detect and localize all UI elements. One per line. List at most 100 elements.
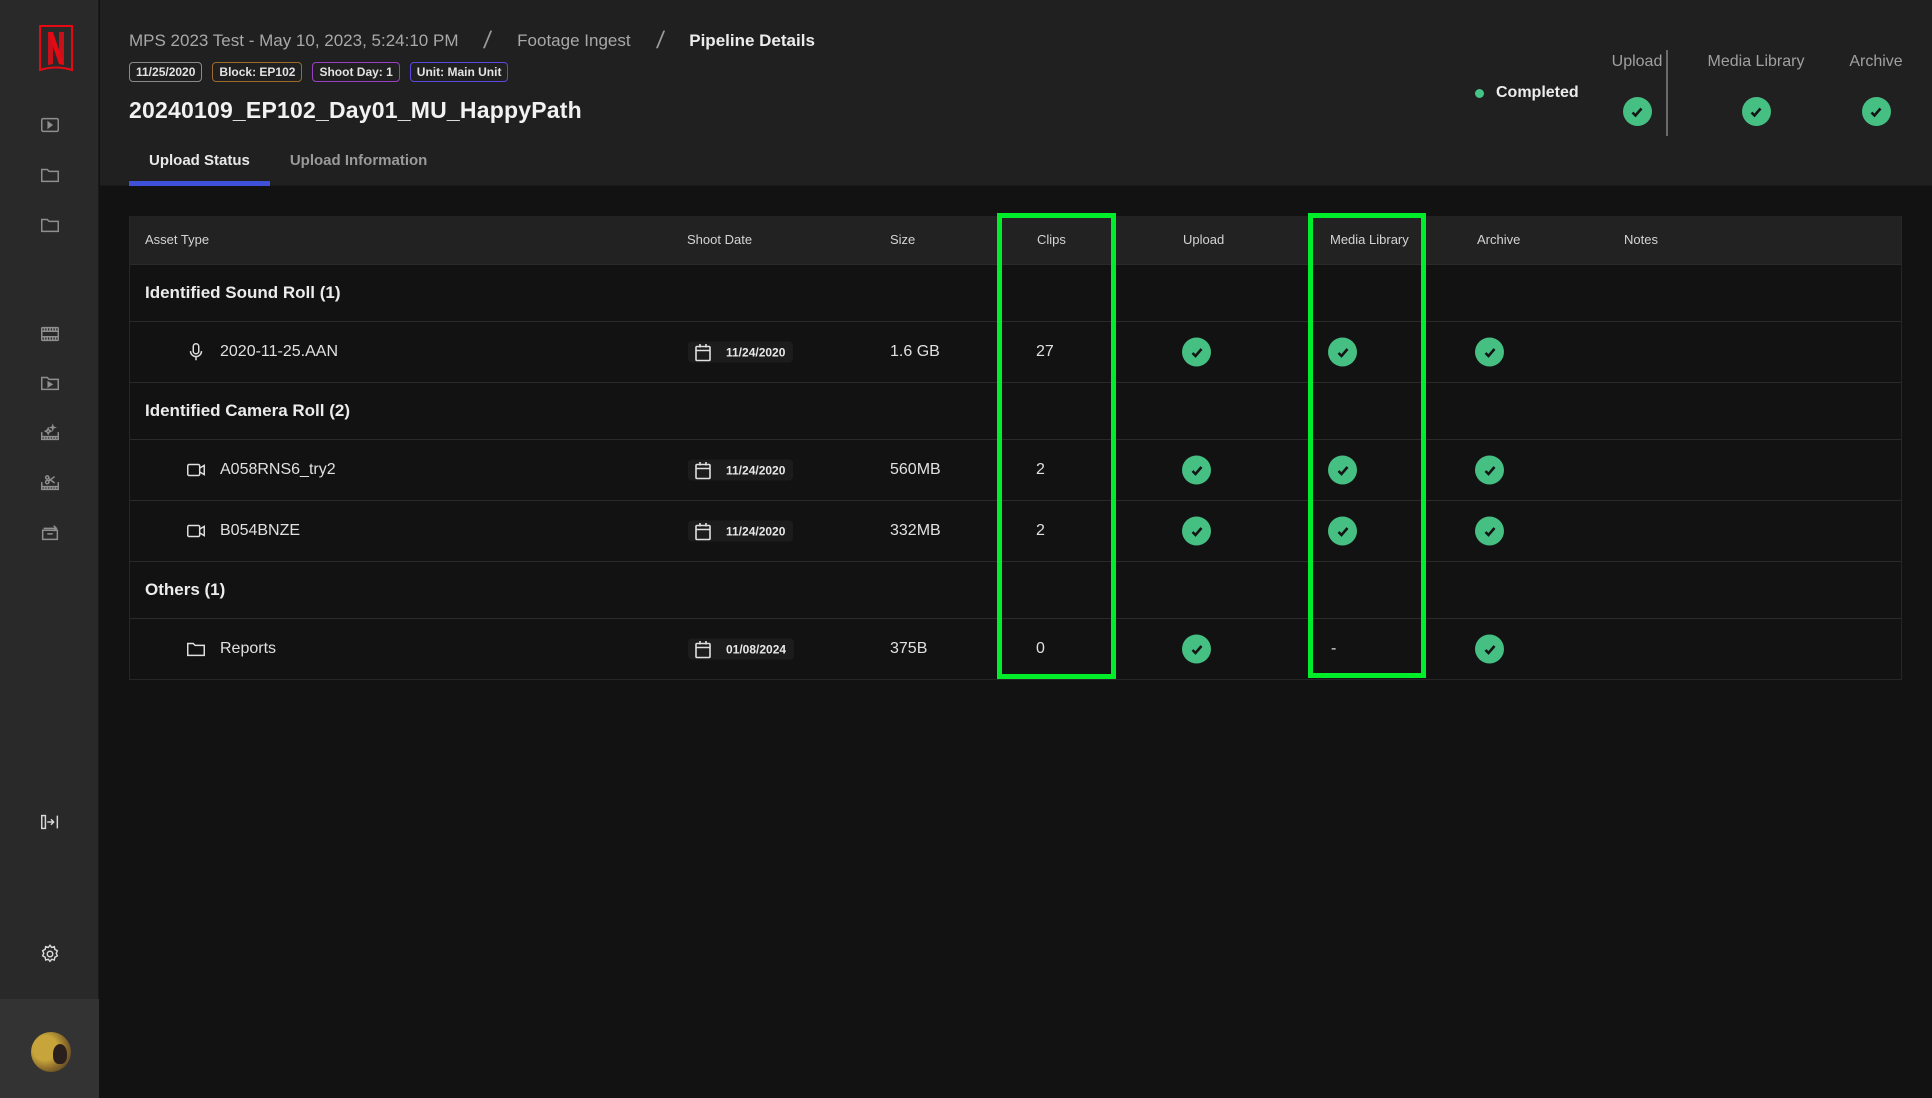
sidebar-item-edit[interactable] xyxy=(38,471,62,495)
asset-size: 332MB xyxy=(890,522,941,539)
settings-button[interactable] xyxy=(38,942,62,966)
breadcrumb-footage-ingest[interactable]: Footage Ingest xyxy=(517,31,630,51)
expand-sidebar-icon xyxy=(41,814,59,830)
status-label: Completed xyxy=(1496,84,1579,101)
asset-name[interactable]: A058RNS6_try2 xyxy=(220,461,336,479)
check-circle-icon xyxy=(1475,337,1504,367)
archive-status xyxy=(1475,516,1504,546)
video-camera-icon xyxy=(185,459,207,481)
sidebar-item-folder-2[interactable] xyxy=(38,213,62,237)
calendar-icon xyxy=(695,343,711,361)
column-header-upload[interactable]: Upload xyxy=(1183,232,1224,247)
archive-status xyxy=(1475,634,1504,664)
shoot-date: 01/08/2024 xyxy=(726,642,787,656)
check-circle-icon xyxy=(1328,337,1357,367)
group-label: Identified Sound Roll (1) xyxy=(145,283,341,302)
upload-status xyxy=(1182,516,1211,546)
shoot-date: 11/24/2020 xyxy=(726,345,786,359)
breadcrumb-project[interactable]: MPS 2023 Test - May 10, 2023, 5:24:10 PM xyxy=(129,31,458,51)
table-group-row[interactable]: Others (1) xyxy=(130,561,1901,618)
archive-status xyxy=(1475,337,1504,367)
folder-icon xyxy=(185,638,207,660)
clip-count: 0 xyxy=(1036,640,1045,657)
folder-play-icon xyxy=(41,376,59,391)
asset-name[interactable]: 2020-11-25.AAN xyxy=(220,343,338,361)
breadcrumb-pipeline-details: Pipeline Details xyxy=(689,31,815,50)
column-header-shoot-date[interactable]: Shoot Date xyxy=(687,232,752,247)
table-row[interactable]: A058RNS6_try2 11/24/2020 560MB 2 xyxy=(130,439,1901,500)
table-row[interactable]: B054BNZE 11/24/2020 332MB 2 xyxy=(130,500,1901,561)
clip-count: 27 xyxy=(1036,343,1054,360)
stage-label: Upload xyxy=(1611,53,1663,70)
netflix-logo[interactable] xyxy=(39,25,73,73)
tab-upload-information[interactable]: Upload Information xyxy=(270,148,448,186)
asset-name[interactable]: B054BNZE xyxy=(220,522,300,540)
column-header-media-library[interactable]: Media Library xyxy=(1330,232,1409,247)
column-header-asset-type[interactable]: Asset Type xyxy=(145,232,209,247)
clip-count: 2 xyxy=(1036,522,1045,539)
breadcrumb: MPS 2023 Test - May 10, 2023, 5:24:10 PM… xyxy=(129,27,815,55)
page-header: MPS 2023 Test - May 10, 2023, 5:24:10 PM… xyxy=(100,0,1932,186)
check-circle-icon xyxy=(1622,97,1652,126)
check-circle-icon xyxy=(1475,455,1504,485)
shoot-date: 11/24/2020 xyxy=(726,463,786,477)
asset-size: 375B xyxy=(890,640,928,657)
stage-media-library: Media Library xyxy=(1696,53,1816,126)
media-library-status xyxy=(1328,455,1357,485)
table-group-row[interactable]: Identified Camera Roll (2) xyxy=(130,382,1901,439)
calendar-icon xyxy=(695,522,711,540)
table-row[interactable]: 2020-11-25.AAN 11/24/2020 1.6 GB 27 xyxy=(130,321,1901,382)
asset-size: 1.6 GB xyxy=(890,343,940,360)
microphone-icon xyxy=(185,341,207,363)
check-circle-icon xyxy=(1861,97,1891,126)
shoot-date: 11/24/2020 xyxy=(726,524,786,538)
page-title: 20240109_EP102_Day01_MU_HappyPath xyxy=(129,97,582,123)
check-circle-icon xyxy=(1182,455,1211,485)
column-header-clips[interactable]: Clips xyxy=(1037,232,1066,247)
breadcrumb-separator: / xyxy=(482,27,494,54)
film-scissors-icon xyxy=(41,475,59,491)
upload-status xyxy=(1182,455,1211,485)
table-body: Identified Sound Roll (1) 2020-11-25.AAN… xyxy=(130,264,1901,679)
table-row[interactable]: Reports 01/08/2024 375B 0 - xyxy=(130,618,1901,679)
shoot-day-badge: Shoot Day: 1 xyxy=(312,62,400,82)
status-dot-icon xyxy=(1475,88,1484,98)
table-header: Asset Type Shoot Date Size Clips Upload … xyxy=(130,216,1901,264)
shoot-date-chip: 11/24/2020 xyxy=(688,520,794,542)
folder-icon xyxy=(41,218,59,233)
media-library-status: - xyxy=(1331,640,1337,657)
asset-name[interactable]: Reports xyxy=(220,640,276,658)
tab-upload-status[interactable]: Upload Status xyxy=(129,148,270,186)
pipeline-status: Completed xyxy=(1475,84,1579,102)
expand-sidebar-button[interactable] xyxy=(38,810,62,834)
media-library-status xyxy=(1328,516,1357,546)
group-label: Identified Camera Roll (2) xyxy=(145,401,350,420)
upload-status xyxy=(1182,634,1211,664)
sidebar-item-player[interactable] xyxy=(38,113,62,137)
sidebar xyxy=(0,0,99,1098)
stage-archive: Archive xyxy=(1816,53,1932,126)
user-avatar[interactable] xyxy=(31,1032,71,1072)
sidebar-item-folder-1[interactable] xyxy=(38,163,62,187)
sidebar-item-film[interactable] xyxy=(38,322,62,346)
check-circle-icon xyxy=(1328,455,1357,485)
video-camera-icon xyxy=(185,520,207,542)
unit-badge: Unit: Main Unit xyxy=(409,62,509,82)
sidebar-item-media-folder[interactable] xyxy=(38,371,62,395)
stage-upload: Upload xyxy=(1577,53,1697,126)
column-header-notes[interactable]: Notes xyxy=(1624,232,1658,247)
check-circle-icon xyxy=(1182,516,1211,546)
media-library-status xyxy=(1328,337,1357,367)
sidebar-item-vfx[interactable] xyxy=(38,421,62,445)
group-label: Others (1) xyxy=(145,580,226,599)
column-header-archive[interactable]: Archive xyxy=(1477,232,1520,247)
check-circle-icon xyxy=(1475,516,1504,546)
badge-list: 11/25/2020 Block: EP102 Shoot Day: 1 Uni… xyxy=(129,62,509,82)
table-group-row[interactable]: Identified Sound Roll (1) xyxy=(130,264,1901,321)
shoot-date-chip: 11/24/2020 xyxy=(688,341,794,363)
clip-count: 2 xyxy=(1036,461,1045,478)
column-header-size[interactable]: Size xyxy=(890,232,915,247)
archive-arrow-icon xyxy=(41,525,59,541)
asset-size: 560MB xyxy=(890,461,941,478)
sidebar-item-archive[interactable] xyxy=(38,521,62,545)
